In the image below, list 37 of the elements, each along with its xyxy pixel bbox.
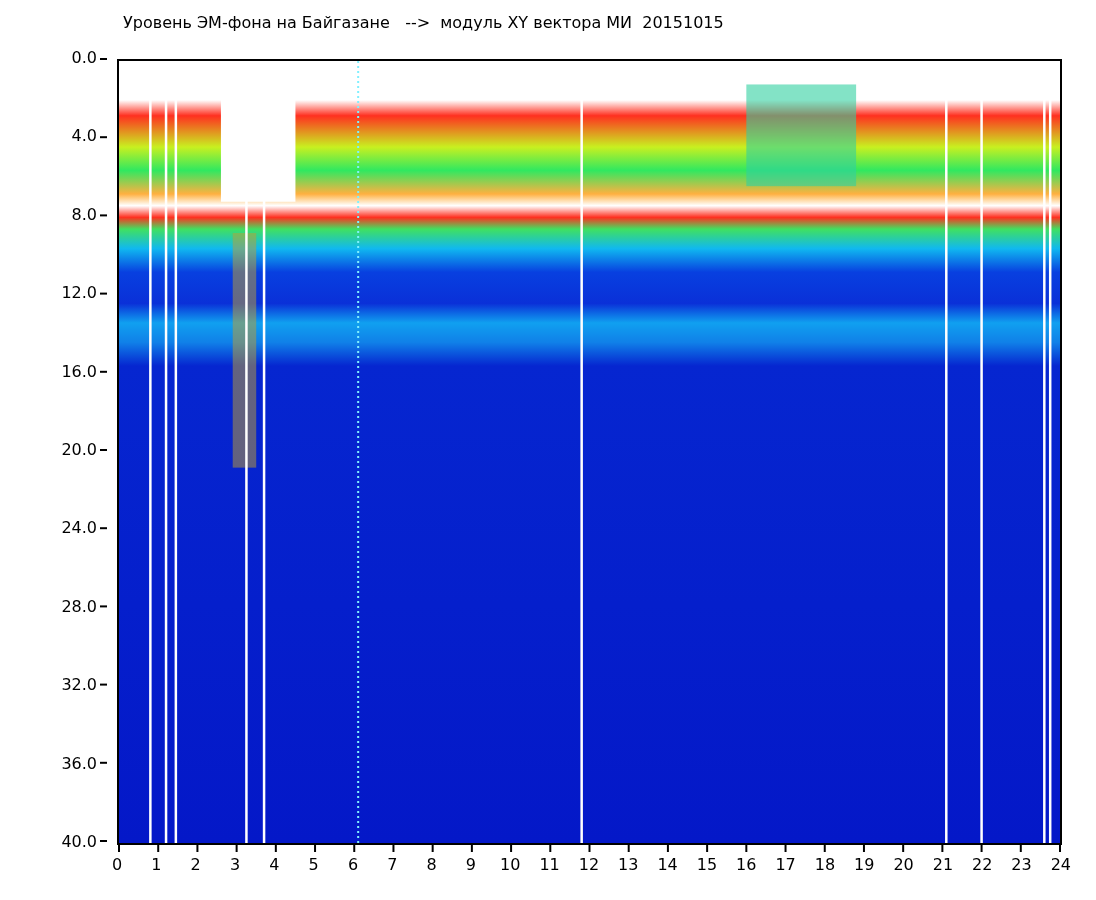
chart-title: Уровень ЭМ-фона на Байгазане --> модуль XY вектора МИ 20151015 bbox=[123, 12, 725, 34]
x-axis-label: 16 bbox=[735, 855, 758, 875]
x-axis-label: 7 bbox=[386, 855, 399, 875]
x-axis-label: 19 bbox=[853, 855, 876, 875]
y-axis-label: 24.0 bbox=[61, 518, 97, 539]
x-axis-label: 17 bbox=[774, 855, 797, 875]
x-axis-label: 22 bbox=[971, 855, 994, 875]
x-axis-label: 4 bbox=[268, 855, 281, 875]
y-axis-label: 28.0 bbox=[61, 596, 97, 617]
y-axis-label: 4.0 bbox=[71, 126, 97, 147]
x-axis-label: 2 bbox=[189, 855, 202, 875]
x-axis-label: 9 bbox=[464, 855, 478, 875]
x-axis-label: 3 bbox=[228, 855, 242, 875]
y-axis-label: 20.0 bbox=[61, 439, 97, 460]
x-axis-label: 6 bbox=[346, 855, 360, 875]
x-axis-label: 24 bbox=[1049, 855, 1073, 875]
y-axis-label: 32.0 bbox=[61, 675, 97, 696]
x-axis-label: 8 bbox=[425, 855, 438, 875]
x-axis-label: 23 bbox=[1010, 855, 1033, 875]
x-axis-label: 10 bbox=[499, 855, 522, 875]
y-axis-label: 12.0 bbox=[61, 283, 97, 304]
y-axis-label: 16.0 bbox=[61, 361, 97, 382]
x-axis-label: 21 bbox=[931, 855, 955, 875]
x-axis-label: 15 bbox=[695, 855, 719, 875]
x-axis-label: 11 bbox=[538, 855, 561, 875]
x-axis-label: 18 bbox=[813, 855, 837, 875]
y-axis-label: 36.0 bbox=[61, 753, 97, 774]
x-axis-label: 12 bbox=[577, 855, 601, 875]
x-axis-label: 13 bbox=[617, 855, 640, 875]
x-axis-label: 1 bbox=[150, 855, 163, 875]
y-axis-label: 0.0 bbox=[71, 48, 97, 68]
x-axis-label: 0 bbox=[110, 855, 124, 875]
y-axis-label: 8.0 bbox=[71, 204, 97, 225]
x-axis-label: 5 bbox=[307, 855, 320, 875]
y-axis-label: 40.0 bbox=[61, 831, 97, 852]
x-axis-label: 20 bbox=[892, 855, 915, 875]
x-axis-label: 14 bbox=[656, 855, 679, 875]
